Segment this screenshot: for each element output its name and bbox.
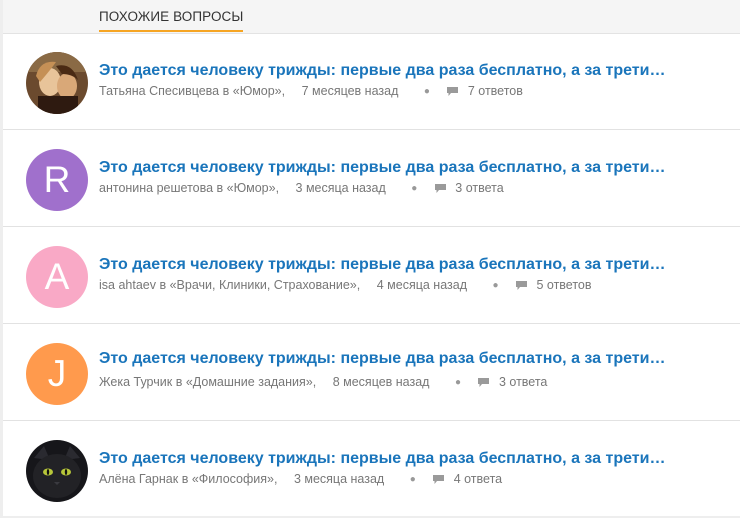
comment-icon	[447, 87, 459, 96]
question-meta: Алёна Гарнак в «Философия», 3 месяца наз…	[99, 472, 503, 486]
question-item: Это дается человеку трижды: первые два р…	[3, 421, 740, 518]
question-time: 7 месяцев назад	[301, 84, 399, 98]
answers-count-link[interactable]: 5 ответов	[536, 278, 591, 292]
author-link[interactable]: антонина решетова	[99, 181, 213, 195]
separator-dot: ●	[492, 280, 499, 291]
question-title-link[interactable]: Это дается человеку трижды: первые два р…	[99, 450, 674, 468]
question-time: 3 месяца назад	[293, 472, 385, 486]
category-link[interactable]: «Домашние задания»	[186, 375, 313, 389]
question-item: A Это дается человеку трижды: первые два…	[3, 227, 740, 324]
author-link[interactable]: Алёна Гарнак	[99, 472, 178, 486]
author-link[interactable]: Жека Турчик	[99, 375, 172, 389]
avatar[interactable]: R	[26, 149, 88, 211]
separator-dot: ●	[411, 183, 418, 194]
separator-dot: ●	[454, 377, 461, 388]
category-prefix: в	[181, 472, 189, 486]
category-link[interactable]: «Философия»	[192, 472, 274, 486]
question-meta: антонина решетова в «Юмор», 3 месяца наз…	[99, 181, 504, 195]
answers-count-link[interactable]: 3 ответа	[455, 181, 503, 195]
question-title-link[interactable]: Это дается человеку трижды: первые два р…	[99, 62, 674, 80]
question-item: R Это дается человеку трижды: первые два…	[3, 130, 740, 227]
question-title-link[interactable]: Это дается человеку трижды: первые два р…	[99, 159, 674, 177]
author-link[interactable]: isa ahtaev	[99, 278, 156, 292]
cat-photo-icon	[26, 440, 88, 502]
separator-dot: ●	[409, 474, 416, 485]
avatar[interactable]: A	[26, 246, 88, 308]
avatar-letter: A	[44, 256, 70, 297]
question-item: J Это дается человеку трижды: первые два…	[3, 324, 740, 421]
category-link[interactable]: «Юмор»	[227, 181, 276, 195]
avatar-letter: R	[43, 159, 71, 200]
separator-dot: ●	[423, 86, 430, 97]
section-title: ПОХОЖИЕ ВОПРОСЫ	[99, 9, 244, 32]
category-link[interactable]: «Юмор»	[233, 84, 282, 98]
avatar[interactable]: J	[26, 343, 88, 405]
comment-icon	[434, 184, 446, 193]
question-time: 3 месяца назад	[295, 181, 386, 195]
category-prefix: в	[216, 181, 224, 195]
user-photo-icon	[26, 52, 88, 114]
avatar-letter: J	[47, 353, 67, 394]
question-item: Это дается человеку трижды: первые два р…	[3, 33, 740, 130]
question-meta: Жека Турчик в «Домашние задания», 8 меся…	[99, 375, 548, 389]
question-time: 8 месяцев назад	[332, 375, 430, 389]
avatar[interactable]	[26, 440, 88, 502]
comment-icon	[478, 378, 490, 387]
category-prefix: в	[222, 84, 230, 98]
category-prefix: в	[159, 278, 167, 292]
section-header: ПОХОЖИЕ ВОПРОСЫ	[3, 0, 740, 34]
question-time: 4 месяца назад	[376, 278, 467, 292]
category-link[interactable]: «Врачи, Клиники, Страхование»	[170, 278, 357, 292]
similar-questions-panel: ПОХОЖИЕ ВОПРОСЫ Это дается человеку триж…	[3, 0, 740, 516]
question-title-link[interactable]: Это дается человеку трижды: первые два р…	[99, 256, 674, 274]
category-prefix: в	[175, 375, 183, 389]
question-meta: Татьяна Спесивцева в «Юмор», 7 месяцев н…	[99, 84, 523, 98]
author-link[interactable]: Татьяна Спесивцева	[99, 84, 219, 98]
comment-icon	[433, 475, 445, 484]
answers-count-link[interactable]: 3 ответа	[499, 375, 547, 389]
answers-count-link[interactable]: 4 ответа	[454, 472, 502, 486]
comment-icon	[516, 281, 527, 290]
answers-count-link[interactable]: 7 ответов	[468, 84, 523, 98]
avatar[interactable]	[26, 52, 88, 114]
question-title-link[interactable]: Это дается человеку трижды: первые два р…	[99, 350, 674, 368]
question-meta: isa ahtaev в «Врачи, Клиники, Страховани…	[99, 278, 592, 292]
